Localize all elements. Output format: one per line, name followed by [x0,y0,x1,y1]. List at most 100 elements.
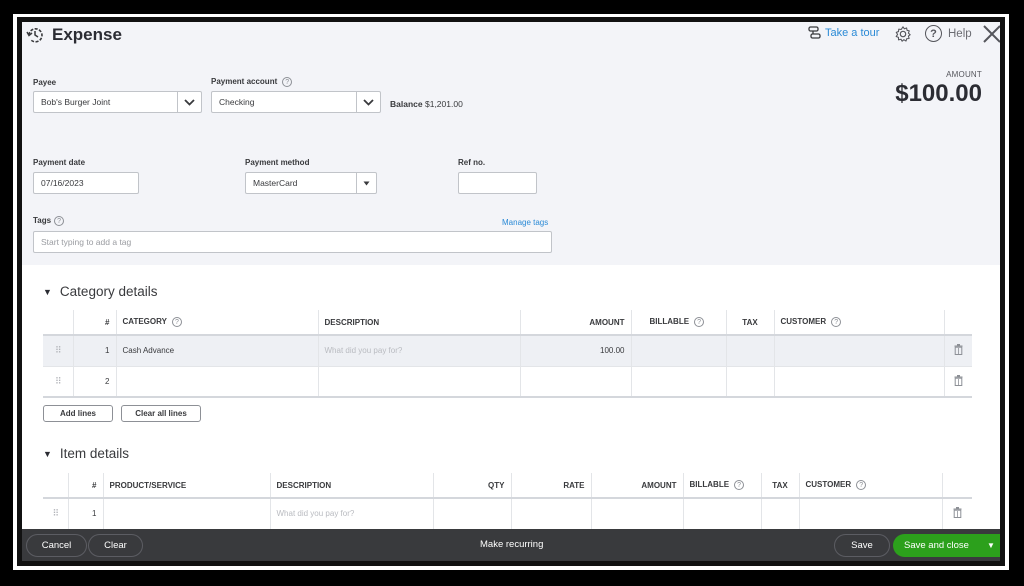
item-details-table: # PRODUCT/SERVICE DESCRIPTION QTY RATE A… [43,473,972,530]
payment-account-help-icon[interactable]: ? [282,77,293,87]
payment-method-dropdown-button[interactable] [356,173,376,193]
tags-help-icon[interactable]: ? [54,216,65,226]
delete-row-button[interactable] [942,498,972,530]
amount-label: AMOUNT [946,70,982,79]
help-circle-icon: ? [925,25,942,42]
tax-cell[interactable] [726,335,775,367]
expense-header: Expense Take a tour ? Help AMOUNT $100.0… [22,22,1000,265]
cancel-button[interactable]: Cancel [26,534,87,557]
category-cell[interactable] [116,366,319,398]
billable-help-icon[interactable]: ? [694,317,705,327]
table-row[interactable]: ⠿ 1 Cash Advance What did you pay for? 1… [43,335,972,367]
description-cell[interactable] [318,366,521,398]
col-rate: RATE [511,473,592,499]
manage-tags-link[interactable]: Manage tags [502,218,548,227]
category-help-icon[interactable]: ? [171,317,182,327]
save-and-close-button[interactable]: Save and close ▼ [893,534,1000,557]
table-row[interactable]: ⠿ 1 What did you pay for? [43,498,972,530]
col-billable: BILLABLE? [631,310,727,336]
customer-cell[interactable] [774,366,945,398]
payee-value[interactable]: Bob's Burger Joint [34,92,177,112]
item-details-toggle[interactable]: ▼ Item details [43,446,129,461]
clear-all-lines-button[interactable]: Clear all lines [121,405,201,422]
title-row: Expense Take a tour ? Help [22,22,1000,52]
billable-cell[interactable] [683,498,762,530]
payee-combobox[interactable]: Bob's Burger Joint [33,91,202,113]
payment-account-value[interactable]: Checking [212,92,356,112]
category-cell[interactable]: Cash Advance [116,335,319,367]
balance-label: Balance [390,99,423,109]
col-number: # [73,310,117,336]
delete-row-button[interactable] [944,335,972,367]
drag-handle-icon[interactable]: ⠿ [43,366,74,398]
amount-cell[interactable]: 100.00 [520,335,632,367]
save-and-close-label: Save and close [904,540,969,551]
qty-cell[interactable] [433,498,512,530]
amount-cell[interactable] [520,366,632,398]
col-actions [942,473,972,499]
customer-cell[interactable] [799,498,943,530]
billable-cell[interactable] [631,335,727,367]
col-customer: CUSTOMER? [774,310,945,336]
balance-value: $1,201.00 [424,99,463,109]
tags-input[interactable]: Start typing to add a tag [33,231,552,253]
ref-no-label: Ref no. [458,158,486,167]
category-details-toggle[interactable]: ▼ Category details [43,284,157,299]
payment-account-dropdown-button[interactable] [356,92,380,112]
rate-cell[interactable] [511,498,592,530]
clear-button[interactable]: Clear [88,534,143,557]
ref-no-input[interactable] [458,172,537,194]
col-tax: TAX [761,473,800,499]
payee-label: Payee [33,78,57,87]
amount-cell[interactable] [591,498,684,530]
footer-bar: Cancel Clear Make recurring Save Save an… [22,529,1000,561]
table-header-row: # PRODUCT/SERVICE DESCRIPTION QTY RATE A… [43,473,972,499]
description-cell[interactable]: What did you pay for? [318,335,521,367]
table-row[interactable]: ⠿ 2 [43,366,972,398]
payment-method-label: Payment method [245,158,310,167]
category-details-table: # CATEGORY? DESCRIPTION AMOUNT BILLABLE?… [43,310,972,398]
settings-gear-icon[interactable] [894,25,912,43]
recent-transactions-icon[interactable] [25,25,45,45]
amount-total: $100.00 [895,80,982,107]
customer-help-icon[interactable]: ? [856,480,867,490]
row-number: 1 [73,335,117,367]
help-button[interactable]: ? Help [925,25,972,42]
take-a-tour-link[interactable]: Take a tour [808,26,879,40]
collapse-caret-icon: ▼ [43,448,52,459]
tax-cell[interactable] [761,498,800,530]
col-category: CATEGORY? [116,310,319,336]
customer-cell[interactable] [774,335,945,367]
payment-method-value[interactable]: MasterCard [246,173,356,193]
delete-row-button[interactable] [944,366,972,398]
tax-cell[interactable] [726,366,775,398]
billable-cell[interactable] [631,366,727,398]
collapse-caret-icon: ▼ [43,286,52,297]
save-button[interactable]: Save [834,534,890,557]
description-cell[interactable]: What did you pay for? [270,498,434,530]
save-options-caret-icon[interactable]: ▼ [982,541,1000,550]
customer-help-icon[interactable]: ? [831,317,842,327]
col-amount: AMOUNT [520,310,632,336]
payee-dropdown-button[interactable] [177,92,201,112]
col-customer-label: CUSTOMER [805,480,852,490]
drag-handle-icon[interactable]: ⠿ [43,335,74,367]
col-billable-label: BILLABLE [649,317,690,327]
drag-handle-icon[interactable]: ⠿ [43,498,69,530]
table-header-row: # CATEGORY? DESCRIPTION AMOUNT BILLABLE?… [43,310,972,336]
col-customer: CUSTOMER? [799,473,943,499]
chevron-down-icon [184,98,195,106]
product-service-cell[interactable] [103,498,271,530]
payment-method-combobox[interactable]: MasterCard [245,172,377,194]
close-icon[interactable] [982,24,1000,44]
add-lines-button[interactable]: Add lines [43,405,113,422]
billable-help-icon[interactable]: ? [734,480,745,490]
payment-date-input[interactable]: 07/16/2023 [33,172,139,194]
col-product-service: PRODUCT/SERVICE [103,473,271,499]
payment-account-label-text: Payment account [211,77,278,87]
row-number: 2 [73,366,117,398]
take-a-tour-label: Take a tour [825,27,880,39]
trash-icon [954,344,963,356]
payment-account-combobox[interactable]: Checking [211,91,381,113]
make-recurring-link[interactable]: Make recurring [480,539,543,550]
